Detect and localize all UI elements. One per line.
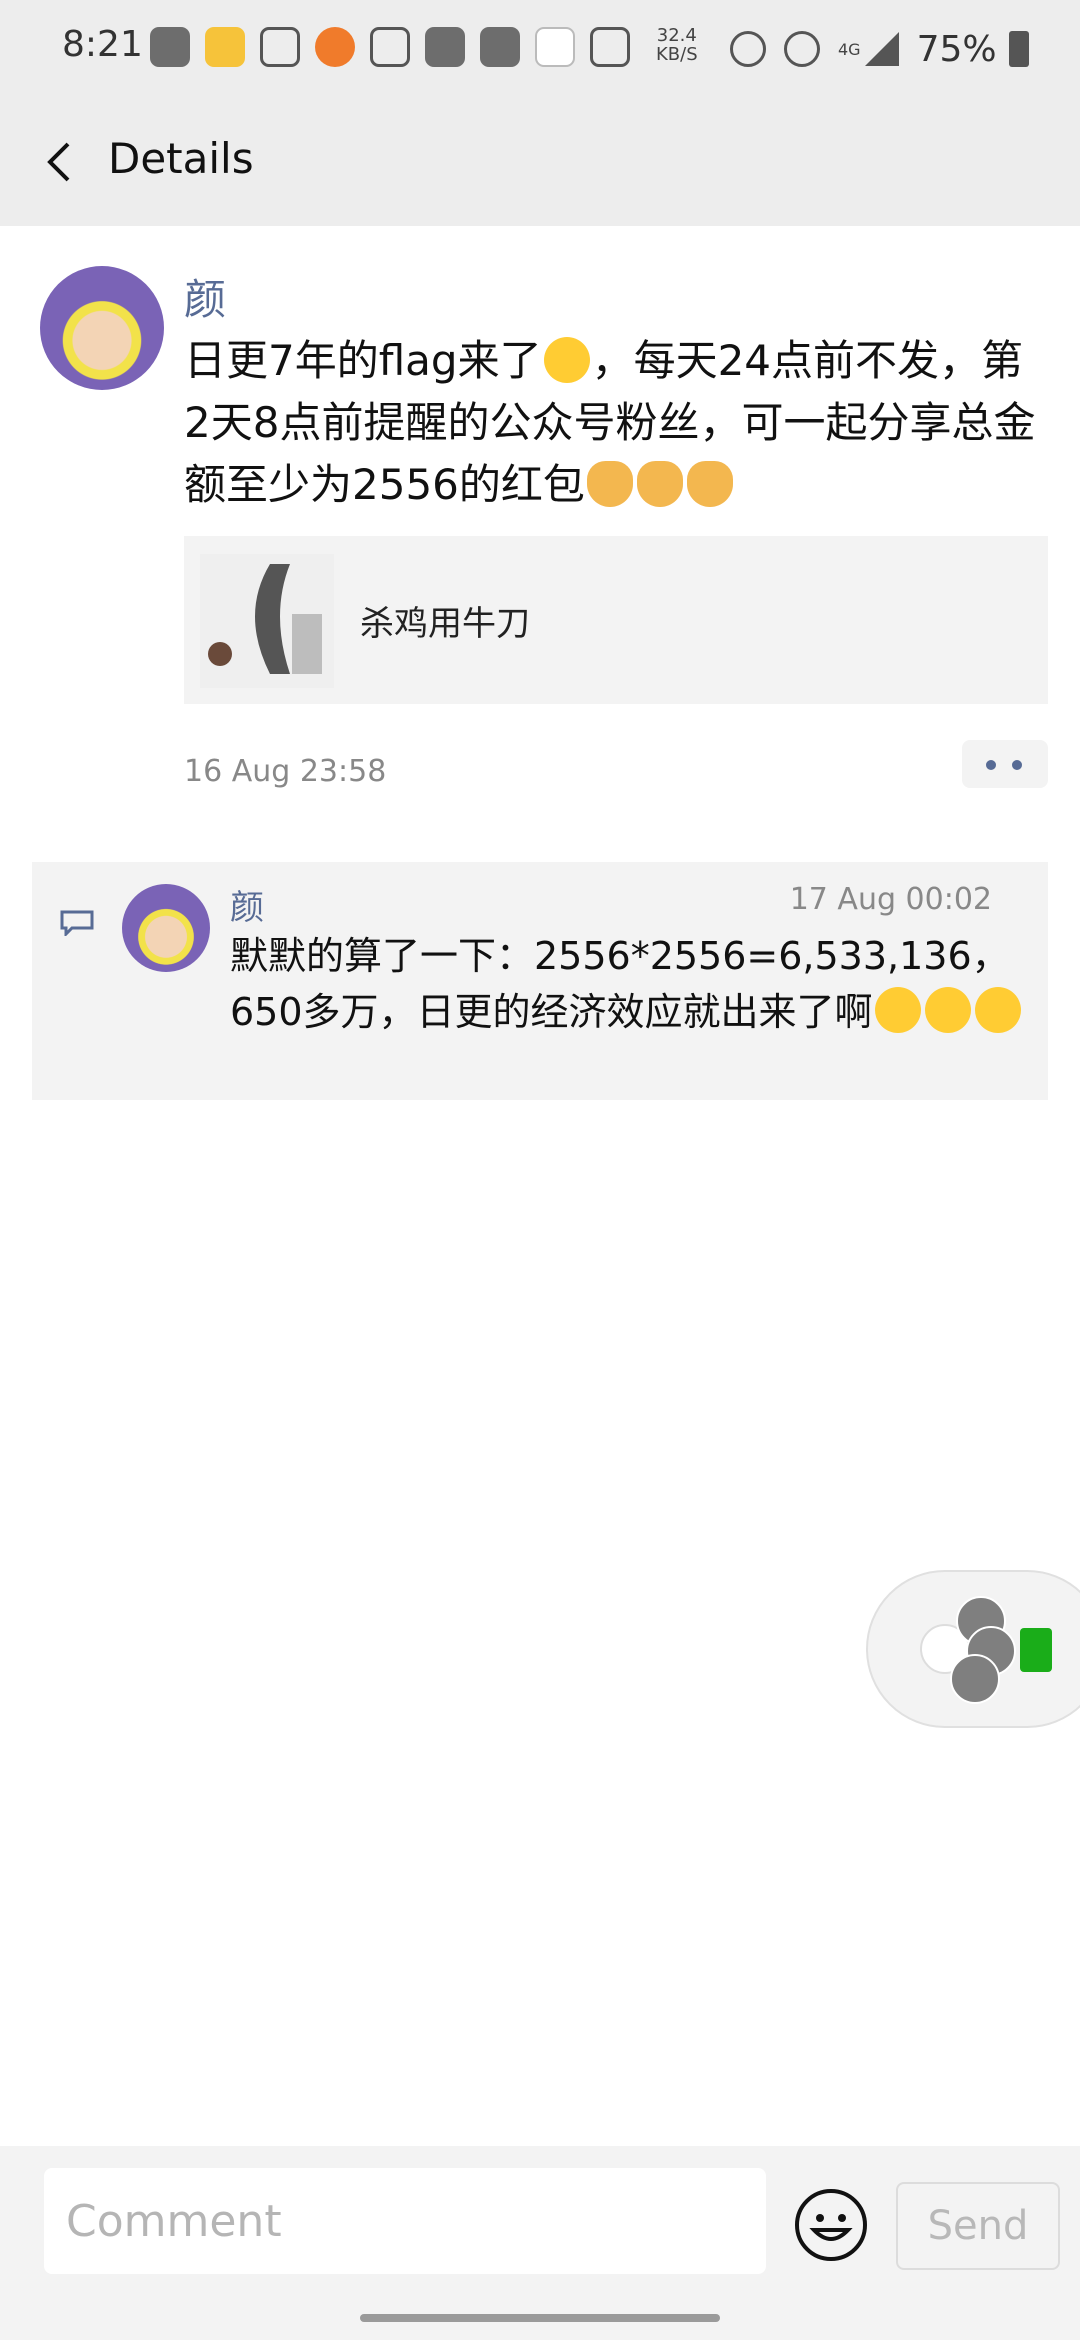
network-speed-value: 32.4: [656, 25, 697, 46]
crying-laughing-emoji-icon: [874, 987, 921, 1033]
comment-input[interactable]: [44, 2168, 766, 2274]
crying-laughing-emoji-icon: [974, 987, 1021, 1033]
mute-icon: [784, 31, 820, 67]
status-bar: 8:21 32.4 KB/S 4G 75%: [0, 0, 1080, 98]
crying-laughing-emoji-icon: [924, 987, 971, 1033]
home-indicator[interactable]: [360, 2314, 720, 2322]
article-thumbnail: [200, 554, 334, 688]
battery-percent: 75%: [916, 28, 997, 70]
comment-icon: [60, 910, 94, 936]
send-button[interactable]: Send: [896, 2182, 1060, 2270]
doge-emoji-icon: [586, 461, 633, 507]
status-right: 4G 75%: [730, 24, 1029, 74]
signal-icon: [864, 32, 899, 66]
comments-section: 颜 17 Aug 00:02 默默的算了一下：2556*2556=6,533,1…: [32, 862, 1048, 1100]
document-icon: [370, 27, 410, 67]
notification-icons: [150, 22, 645, 72]
smirk-emoji-icon: [543, 337, 590, 383]
post-author-name[interactable]: 颜: [184, 266, 226, 327]
taobao-icon: [315, 27, 355, 67]
post-author-avatar[interactable]: [40, 266, 164, 390]
battery-icon: [1008, 31, 1029, 67]
network-speed: 32.4 KB/S: [656, 26, 698, 64]
network-speed-unit: KB/S: [656, 44, 698, 65]
status-time: 8:21: [62, 24, 143, 65]
post-timestamp: 16 Aug 23:58: [184, 754, 387, 789]
document-icon: [1020, 1628, 1052, 1672]
network-type: 4G: [838, 39, 861, 59]
app-notification-icon: [260, 27, 300, 67]
alarm-icon: [730, 31, 766, 67]
camera-app-icon-2: [480, 27, 520, 67]
comment-composer: Send: [0, 2146, 1080, 2340]
floating-thumbnail: [920, 1596, 1016, 1704]
page-title: Details: [108, 134, 254, 183]
camera-app-icon: [425, 27, 465, 67]
chevron-left-icon[interactable]: [38, 138, 86, 186]
floating-window-widget[interactable]: [866, 1570, 1080, 1728]
smiley-icon[interactable]: [794, 2188, 868, 2262]
doge-emoji-icon: [636, 461, 683, 507]
comment-timestamp: 17 Aug 00:02: [789, 882, 992, 917]
app-notification-icon-2: [590, 27, 630, 67]
post-text-part1: 日更7年的flag来了: [184, 336, 542, 385]
doge-emoji-icon: [686, 461, 733, 507]
header: Details: [0, 98, 1080, 226]
comment-author-avatar[interactable]: [122, 884, 210, 972]
article-title: 杀鸡用牛刀: [360, 604, 530, 644]
shared-article-card[interactable]: 杀鸡用牛刀: [184, 536, 1048, 704]
comment-author-name[interactable]: 颜: [230, 880, 264, 929]
comment-text[interactable]: 默默的算了一下：2556*2556=6,533,136，650多万，日更的经济效…: [230, 928, 1030, 1040]
post-text: 日更7年的flag来了 ，每天24点前不发，第2天8点前提醒的公众号粉丝，可一起分…: [184, 330, 1044, 516]
weibo-icon: [205, 27, 245, 67]
ifly-icon: [535, 27, 575, 67]
more-dots-icon[interactable]: [962, 740, 1048, 788]
wechat-icon: [150, 27, 190, 67]
